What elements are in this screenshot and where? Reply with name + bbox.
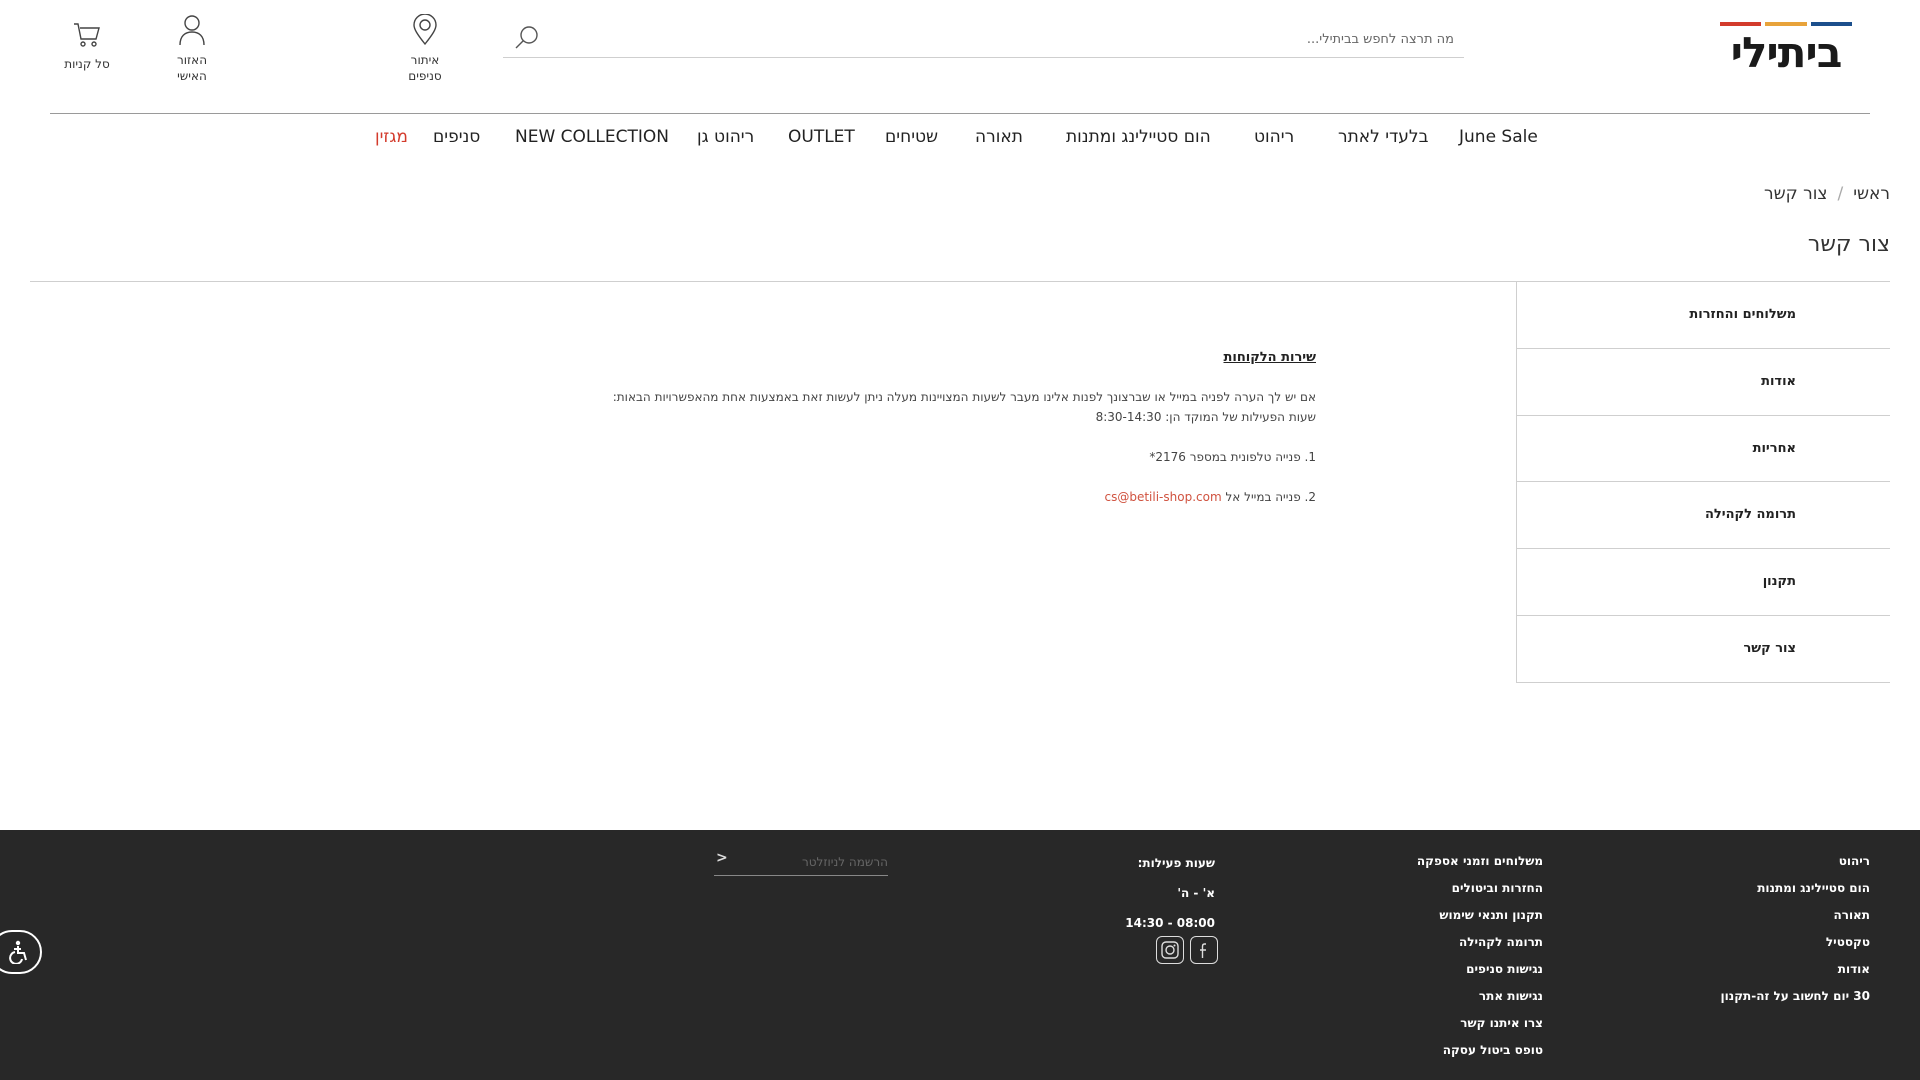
footer-link[interactable]: טופס ביטול עסקה [1443, 1043, 1543, 1057]
shopping-cart-icon [74, 23, 100, 47]
sidebar-item-about[interactable]: אודות [1517, 349, 1890, 416]
breadcrumb: ראשי / צור קשר [1764, 184, 1890, 204]
store-locator-label: איתור סניפים [408, 53, 442, 83]
social-links [1156, 936, 1218, 964]
search-input[interactable] [564, 26, 1464, 52]
sidebar-item-terms[interactable]: תקנון [1517, 549, 1890, 616]
info-sidebar: משלוחים והחזרות אודות אחריות תרומה לקהיל… [1516, 282, 1890, 683]
sidebar-item-label: תרומה לקהילה [1704, 507, 1796, 523]
email-option: 2. פנייה במייל אל cs@betili-shop.com [560, 487, 1317, 507]
instagram-icon[interactable] [1156, 936, 1184, 964]
accessibility-button[interactable] [0, 930, 42, 974]
header-divider [50, 113, 1870, 114]
sidebar-item-contact[interactable]: צור קשר [1517, 616, 1890, 683]
user-icon [179, 15, 205, 46]
nav-item-new-collection[interactable]: NEW COLLECTION [515, 124, 669, 150]
cart-link[interactable]: סל קניות [47, 20, 127, 72]
newsletter-form: > [714, 846, 888, 876]
sidebar-item-label: אחריות [1752, 440, 1796, 456]
sidebar-item-label: אודות [1761, 373, 1796, 389]
sidebar-item-label: משלוחים והחזרות [1689, 307, 1796, 322]
nav-item-outlet[interactable]: OUTLET [788, 124, 855, 150]
search-bar [503, 20, 1464, 58]
nav-item-magazine[interactable]: מגזין [375, 124, 408, 150]
logo-text: ביתילי [1730, 28, 1843, 77]
account-label: האזור האישי [176, 53, 208, 83]
accessibility-icon [9, 940, 27, 964]
footer-service-column: משלוחים וזמני אספקה החזרות וביטולים תקנו… [1417, 848, 1543, 1064]
facebook-icon[interactable] [1190, 936, 1218, 964]
logo-color-bars [1718, 22, 1854, 26]
newsletter-email-input[interactable] [748, 852, 888, 872]
sidebar-item-label: צור קשר [1743, 640, 1796, 656]
footer-link[interactable]: נגישות אתר [1479, 989, 1543, 1003]
map-pin-icon [413, 14, 437, 46]
sidebar-item-label: תקנון [1762, 574, 1796, 590]
main-navigation: June Sale בלעדי לאתר ריהוט הום סטיילינג … [0, 124, 1920, 150]
footer-link[interactable]: הום סטיילינג ומתנות [1757, 881, 1870, 895]
newsletter-submit-button[interactable]: > [716, 850, 728, 866]
sidebar-item-shipping-returns[interactable]: משלוחים והחזרות [1517, 282, 1890, 349]
footer-link[interactable]: נגישות סניפים [1466, 962, 1543, 976]
footer-link[interactable]: אודות [1838, 962, 1870, 976]
sidebar-item-warranty[interactable]: אחריות [1517, 416, 1890, 483]
account-link[interactable]: האזור האישי [152, 14, 232, 84]
page-title: צור קשר [1807, 232, 1890, 257]
nav-item-garden-furniture[interactable]: ריהוט גן [697, 124, 754, 150]
customer-service-heading: שירות הלקוחות [1223, 350, 1317, 365]
logo-bar-blue [1810, 22, 1852, 26]
site-logo[interactable]: ביתילי [1718, 20, 1854, 76]
contact-content: שירות הלקוחות אם יש לך הערה לפניה במייל … [560, 350, 1316, 507]
logo-bar-red [1720, 22, 1762, 26]
nav-item-home-styling[interactable]: הום סטיילינג ומתנות [1066, 124, 1211, 150]
email-option-text: 2. פנייה במייל אל [1221, 490, 1316, 504]
nav-item-branches[interactable]: סניפים [433, 124, 480, 150]
hours-title: שעות פעילות: [1137, 856, 1215, 870]
store-locator-link[interactable]: איתור סניפים [385, 14, 465, 84]
site-footer: ריהוט הום סטיילינג ומתנות תאורה טקסטיל א… [0, 830, 1920, 1080]
hours-time: 08:00 - 14:30 [1125, 916, 1215, 930]
footer-categories-column: ריהוט הום סטיילינג ומתנות תאורה טקסטיל א… [1721, 848, 1870, 1010]
nav-item-june-sale[interactable]: June Sale [1459, 124, 1538, 150]
cart-label: סל קניות [64, 57, 110, 71]
footer-link[interactable]: צרו איתנו קשר [1460, 1016, 1543, 1030]
contact-intro-text: אם יש לך הערה לפניה במייל או שברצונך לפנ… [612, 390, 1316, 404]
footer-hours-column: שעות פעילות: א' - ה' 08:00 - 14:30 [1125, 848, 1215, 938]
breadcrumb-separator: / [1837, 184, 1844, 204]
nav-item-furniture[interactable]: ריהוט [1254, 124, 1294, 150]
footer-link[interactable]: החזרות וביטולים [1452, 881, 1543, 895]
footer-link[interactable]: טקסטיל [1826, 935, 1870, 949]
nav-item-lighting[interactable]: תאורה [975, 124, 1023, 150]
nav-item-rugs[interactable]: שטיחים [885, 124, 938, 150]
breadcrumb-current: צור קשר [1764, 184, 1828, 204]
service-hours-text: שעות הפעילות של המוקד הן: 8:30-14:30 [1095, 410, 1316, 424]
site-header: ביתילי איתור סניפים האזור האישי סל קניות [0, 0, 1920, 114]
footer-link[interactable]: ריהוט [1839, 854, 1870, 868]
breadcrumb-home[interactable]: ראשי [1853, 184, 1890, 204]
logo-bar-yellow [1765, 22, 1807, 26]
search-icon[interactable] [513, 24, 541, 52]
footer-link[interactable]: תאורה [1833, 908, 1870, 922]
footer-link[interactable]: תקנון ותנאי שימוש [1439, 908, 1543, 922]
email-link[interactable]: cs@betili-shop.com [1105, 490, 1222, 504]
nav-item-web-exclusive[interactable]: בלעדי לאתר [1338, 124, 1428, 150]
footer-link[interactable]: משלוחים וזמני אספקה [1417, 854, 1543, 868]
footer-link[interactable]: תרומה לקהילה [1459, 935, 1543, 949]
phone-option-text: 1. פנייה טלפונית במספר 2176* [1149, 450, 1316, 464]
hours-days: א' - ה' [1177, 886, 1215, 900]
sidebar-item-community[interactable]: תרומה לקהילה [1517, 482, 1890, 550]
footer-link[interactable]: 30 יום לחשוב על זה-תקנון [1721, 989, 1870, 1003]
